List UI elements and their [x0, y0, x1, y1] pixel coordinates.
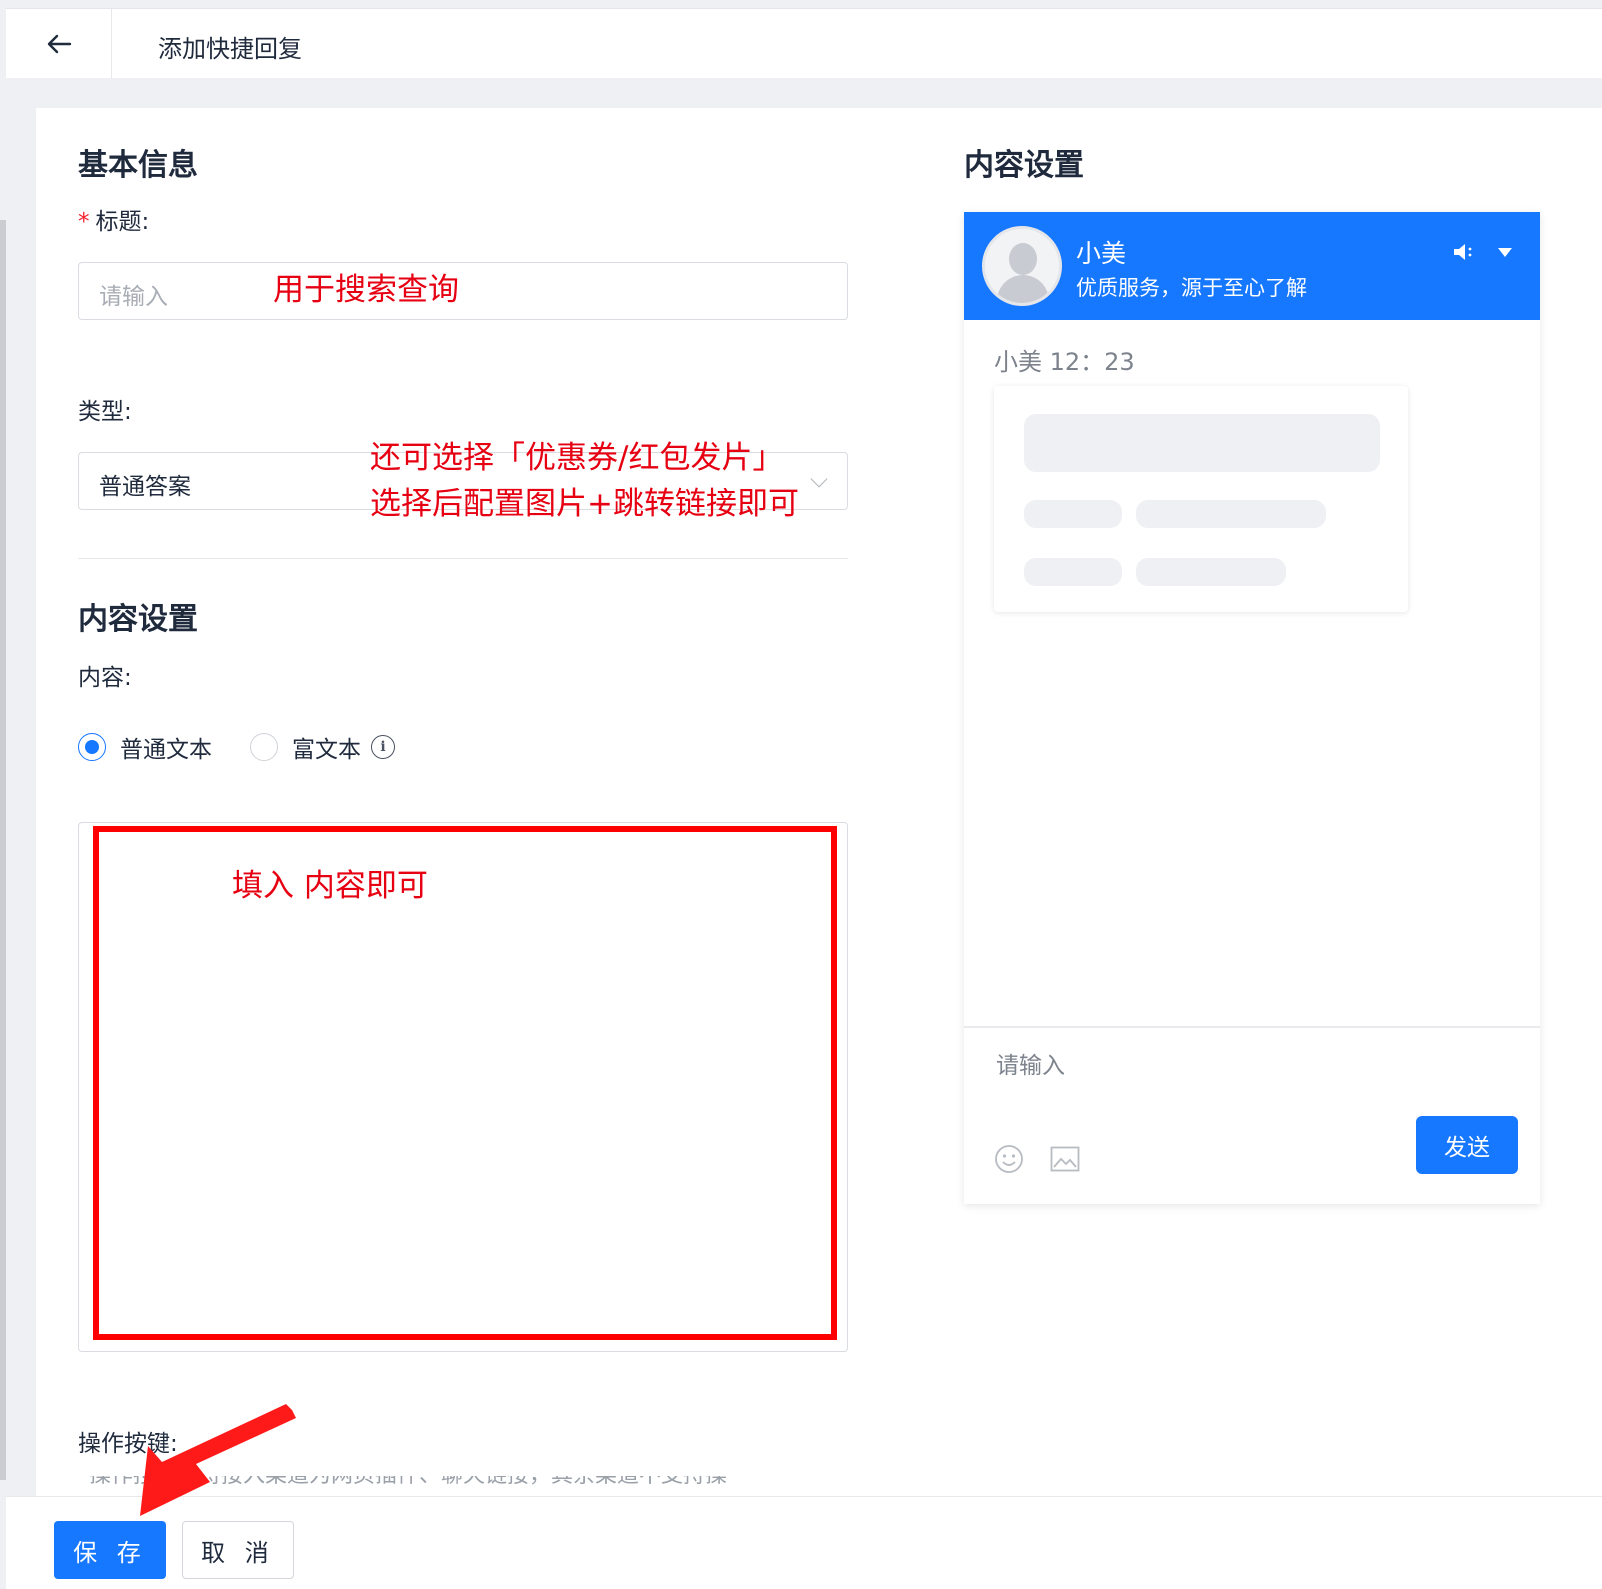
annotation-title-hint: 用于搜索查询 — [273, 272, 459, 308]
basic-info-title: 基本信息 — [78, 148, 198, 183]
title-label: * 标题: — [78, 202, 149, 236]
radio-checked-icon[interactable] — [78, 733, 106, 761]
operation-keys-note: *操作按键支持接入渠道为网页插件、聊天链接，其余渠道不支持操 — [78, 1476, 858, 1494]
radio-rich-text-label: 富文本 — [292, 737, 361, 763]
emoji-icon[interactable] — [994, 1144, 1024, 1174]
title-input-placeholder: 请输入 — [99, 284, 168, 310]
info-icon[interactable]: i — [371, 735, 395, 759]
preview-title: 内容设置 — [964, 148, 1084, 183]
message-skeleton-card — [994, 386, 1408, 612]
chat-input[interactable]: 请输入 — [996, 1046, 1065, 1080]
annotation-type-hint-1: 还可选择「优惠券/红包发片」 — [370, 440, 784, 476]
skeleton-bar — [1136, 558, 1286, 586]
annotation-type-hint-2: 选择后配置图片+跳转链接即可 — [370, 486, 799, 522]
skeleton-bar — [1024, 500, 1122, 528]
title-input[interactable]: 请输入 — [78, 262, 848, 320]
operation-keys-label: 操作按键: — [78, 1431, 178, 1457]
type-select-value: 普通答案 — [99, 474, 191, 500]
required-mark: * — [78, 209, 90, 235]
agent-name: 小美 — [1076, 239, 1127, 268]
chat-input-divider — [964, 1026, 1540, 1028]
agent-slogan: 优质服务，源于至心了解 — [1076, 276, 1307, 300]
speaker-icon[interactable] — [1452, 242, 1476, 262]
content-settings-title: 内容设置 — [78, 602, 198, 637]
dropdown-triangle-icon[interactable] — [1498, 248, 1512, 257]
scrollbar-left[interactable] — [0, 220, 6, 1480]
avatar — [982, 226, 1062, 306]
annotation-red-box — [93, 826, 837, 1340]
annotation-content-hint: 填入 内容即可 — [232, 868, 428, 904]
send-button[interactable]: 发送 — [1416, 1116, 1518, 1174]
save-button[interactable]: 保 存 — [54, 1521, 166, 1579]
chat-preview-header: 小美 优质服务，源于至心了解 — [964, 212, 1540, 320]
radio-unchecked-icon[interactable] — [250, 733, 278, 761]
chevron-down-icon — [810, 470, 828, 488]
chat-preview: 小美 优质服务，源于至心了解 小美 12：23 请输入 发送 — [964, 212, 1540, 1204]
cancel-button[interactable]: 取 消 — [182, 1521, 294, 1579]
section-divider — [78, 558, 848, 559]
skeleton-bar — [1024, 558, 1122, 586]
type-label: 类型: — [78, 399, 132, 425]
content-label: 内容: — [78, 665, 132, 691]
radio-plain-text-label: 普通文本 — [120, 737, 212, 763]
radio-rich-text[interactable]: 富文本 i — [250, 730, 395, 764]
skeleton-bar — [1024, 414, 1380, 472]
top-bar: 添加快捷回复 — [6, 8, 1602, 79]
title-label-text: 标题: — [95, 209, 150, 235]
operation-keys-note-text: *操作按键支持接入渠道为网页插件、聊天链接，其余渠道不支持操 — [78, 1476, 858, 1494]
message-time: 小美 12：23 — [994, 348, 1135, 376]
image-icon[interactable] — [1050, 1146, 1080, 1172]
radio-plain-text[interactable]: 普通文本 — [78, 730, 212, 764]
arrow-left-icon — [47, 34, 71, 54]
skeleton-bar — [1136, 500, 1326, 528]
page-title: 添加快捷回复 — [158, 35, 302, 63]
back-button[interactable] — [6, 9, 112, 79]
footer-bar: 保 存 取 消 — [6, 1496, 1602, 1589]
